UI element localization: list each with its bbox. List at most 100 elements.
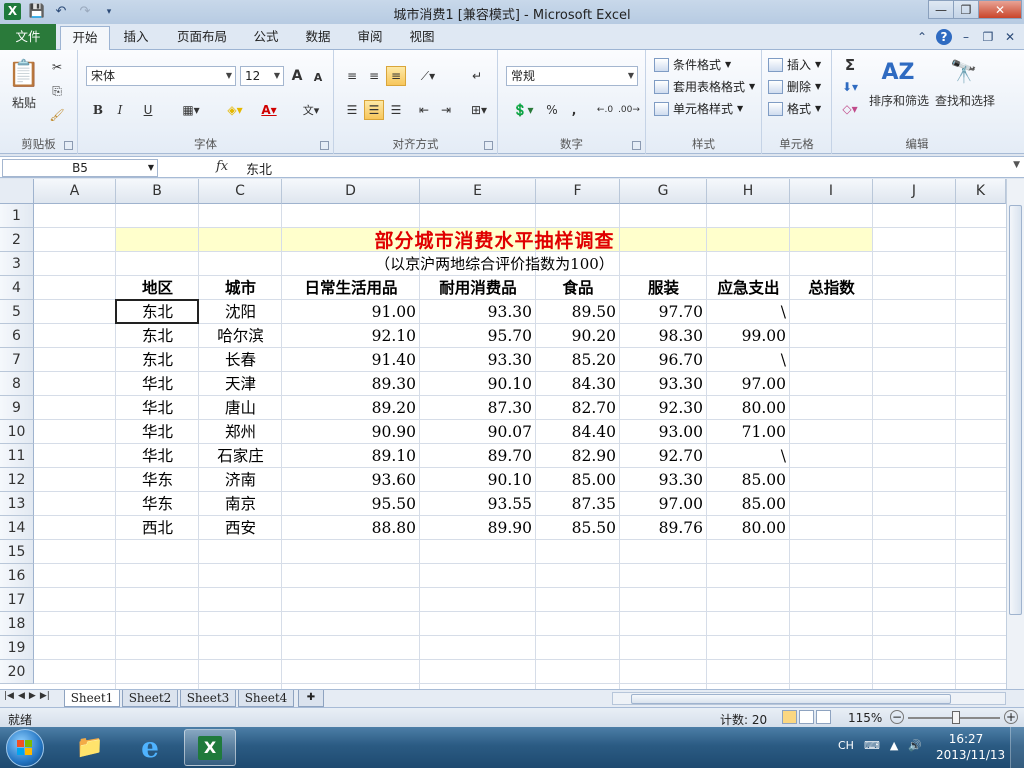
name-box[interactable]: B5 ▼: [2, 159, 158, 177]
insert-function-icon[interactable]: fx: [216, 159, 228, 174]
active-cell-selection[interactable]: [115, 299, 199, 324]
row-header-19[interactable]: 19: [0, 636, 34, 660]
row-header-8[interactable]: 8: [0, 372, 34, 396]
row-header-10[interactable]: 10: [0, 420, 34, 444]
data-cell[interactable]: 华北: [116, 398, 199, 418]
page-layout-view-icon[interactable]: [799, 710, 814, 724]
data-cell[interactable]: 97.00: [707, 374, 786, 394]
data-cell[interactable]: 89.50: [536, 302, 616, 322]
number-format-select[interactable]: 常规 ▼: [506, 66, 638, 86]
data-cell[interactable]: 99.00: [707, 326, 786, 346]
data-cell[interactable]: 华北: [116, 422, 199, 442]
data-cell[interactable]: 华东: [116, 494, 199, 514]
row-header-4[interactable]: 4: [0, 276, 34, 300]
grow-font-button[interactable]: A: [288, 66, 306, 86]
system-clock[interactable]: 16:27 2013/11/13: [936, 731, 1005, 763]
sort-filter-icon[interactable]: AZ: [880, 56, 916, 88]
input-language[interactable]: CH: [838, 739, 854, 752]
column-header-g[interactable]: G: [620, 179, 707, 204]
data-cell[interactable]: 南京: [199, 494, 282, 514]
data-cell[interactable]: 82.90: [536, 446, 616, 466]
zoom-level[interactable]: 115%: [848, 711, 882, 725]
show-desktop-button[interactable]: [1010, 727, 1024, 768]
cut-icon[interactable]: ✂: [48, 58, 66, 76]
data-cell[interactable]: 西安: [199, 518, 282, 538]
percent-button[interactable]: %: [542, 100, 562, 120]
conditional-format-button[interactable]: 条件格式 ▼: [654, 56, 731, 73]
data-cell[interactable]: 85.50: [536, 518, 616, 538]
select-all-corner[interactable]: [0, 179, 34, 204]
sheet-subtitle[interactable]: （以京沪两地综合评价指数为100）: [116, 254, 873, 274]
zoom-slider-thumb[interactable]: [952, 711, 960, 724]
prev-sheet-icon[interactable]: ◀: [18, 691, 25, 701]
data-cell[interactable]: 85.00: [707, 470, 786, 490]
data-cell[interactable]: 80.00: [707, 398, 786, 418]
volume-icon[interactable]: 🔊: [908, 739, 922, 752]
column-title-cell[interactable]: 食品: [536, 278, 620, 298]
data-cell[interactable]: 92.10: [282, 326, 416, 346]
restore-icon[interactable]: ❐: [953, 0, 979, 19]
borders-icon[interactable]: ▦▾: [176, 100, 206, 120]
data-cell[interactable]: 长春: [199, 350, 282, 370]
row-header-18[interactable]: 18: [0, 612, 34, 636]
data-cell[interactable]: 郑州: [199, 422, 282, 442]
row-header-12[interactable]: 12: [0, 468, 34, 492]
tab-data[interactable]: 数据: [298, 26, 338, 50]
alignment-launcher-icon[interactable]: [484, 141, 493, 150]
align-left-icon[interactable]: ☰: [342, 100, 362, 120]
data-cell[interactable]: 93.00: [620, 422, 703, 442]
tab-review[interactable]: 审阅: [350, 26, 390, 50]
data-cell[interactable]: 89.76: [620, 518, 703, 538]
tab-insert[interactable]: 插入: [114, 26, 158, 50]
data-cell[interactable]: 89.20: [282, 398, 416, 418]
data-cell[interactable]: 95.50: [282, 494, 416, 514]
format-painter-icon[interactable]: 🖌: [48, 106, 66, 124]
data-cell[interactable]: 87.35: [536, 494, 616, 514]
start-button[interactable]: [6, 729, 44, 767]
increase-decimal-icon[interactable]: ←.0: [594, 100, 616, 120]
tab-formulas[interactable]: 公式: [246, 26, 286, 50]
row-header-13[interactable]: 13: [0, 492, 34, 516]
increase-indent-icon[interactable]: ⇥: [436, 100, 456, 120]
sheet-tab-4[interactable]: Sheet4: [238, 690, 294, 707]
column-header-c[interactable]: C: [199, 179, 282, 204]
currency-icon[interactable]: 💲▾: [508, 100, 538, 120]
data-cell[interactable]: 84.40: [536, 422, 616, 442]
column-header-d[interactable]: D: [282, 179, 420, 204]
find-select-icon[interactable]: 🔭: [946, 56, 982, 88]
data-cell[interactable]: 90.20: [536, 326, 616, 346]
data-cell[interactable]: 89.70: [420, 446, 532, 466]
data-cell[interactable]: 石家庄: [199, 446, 282, 466]
doc-close-icon[interactable]: ✕: [1002, 29, 1018, 45]
data-cell[interactable]: 95.70: [420, 326, 532, 346]
data-cell[interactable]: 华北: [116, 446, 199, 466]
data-cell[interactable]: 91.00: [282, 302, 416, 322]
data-cell[interactable]: 85.20: [536, 350, 616, 370]
row-header-16[interactable]: 16: [0, 564, 34, 588]
first-sheet-icon[interactable]: |◀: [4, 691, 14, 701]
sort-filter-label[interactable]: 排序和筛选: [868, 92, 930, 109]
format-as-table-button[interactable]: 套用表格格式 ▼: [654, 78, 755, 95]
vertical-scroll-thumb[interactable]: [1009, 205, 1022, 615]
data-cell[interactable]: 沈阳: [199, 302, 282, 322]
sheet-tab-1[interactable]: Sheet1: [64, 690, 120, 707]
data-cell[interactable]: 济南: [199, 470, 282, 490]
align-top-icon[interactable]: ≡: [342, 66, 362, 86]
column-title-cell[interactable]: 日常生活用品: [282, 278, 420, 298]
data-cell[interactable]: 唐山: [199, 398, 282, 418]
data-cell[interactable]: 88.80: [282, 518, 416, 538]
font-size-select[interactable]: 12 ▼: [240, 66, 284, 86]
decrease-indent-icon[interactable]: ⇤: [414, 100, 434, 120]
help-icon[interactable]: ?: [936, 29, 952, 45]
data-cell[interactable]: 97.70: [620, 302, 703, 322]
data-cell[interactable]: 93.30: [420, 350, 532, 370]
row-header-2[interactable]: 2: [0, 228, 34, 252]
data-cell[interactable]: 89.90: [420, 518, 532, 538]
wrap-text-icon[interactable]: ↵: [466, 66, 488, 86]
comma-button[interactable]: ,: [566, 100, 582, 120]
row-header-14[interactable]: 14: [0, 516, 34, 540]
column-header-e[interactable]: E: [420, 179, 536, 204]
data-cell[interactable]: 93.30: [420, 302, 532, 322]
fill-color-icon[interactable]: ◈▾: [220, 100, 250, 120]
data-cell[interactable]: 西北: [116, 518, 199, 538]
